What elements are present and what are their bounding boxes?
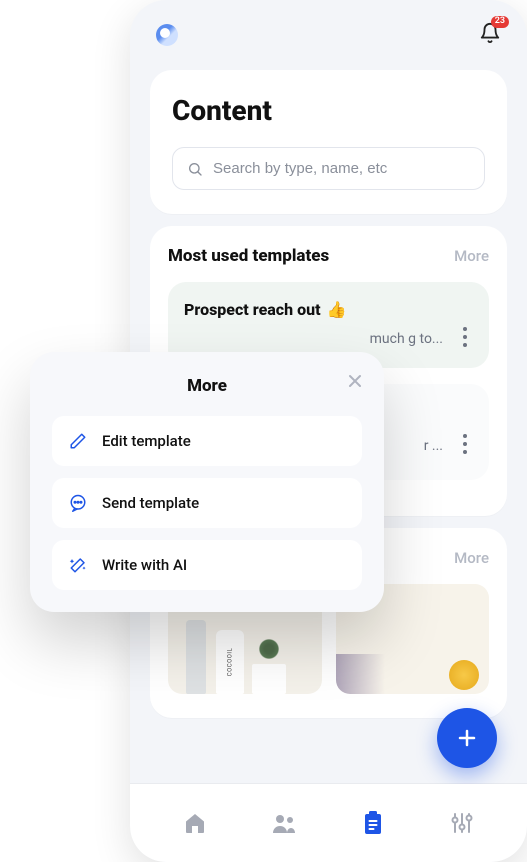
app-logo-icon[interactable]	[156, 24, 178, 46]
more-popup: More Edit template Send template Write w…	[30, 352, 384, 612]
template-menu-button[interactable]	[451, 317, 479, 357]
people-icon	[271, 811, 297, 835]
notifications-button[interactable]: 23	[479, 22, 501, 48]
add-button[interactable]	[437, 708, 497, 768]
template-preview: much g to...	[184, 329, 473, 350]
tab-home[interactable]	[175, 803, 215, 843]
bottom-tab-bar	[130, 784, 527, 862]
tab-people[interactable]	[264, 803, 304, 843]
template-title-text: Prospect reach out	[184, 300, 321, 319]
tab-content[interactable]	[353, 803, 393, 843]
menu-write-with-ai[interactable]: Write with AI	[52, 540, 362, 590]
more-link[interactable]: More	[454, 247, 489, 265]
page-title: Content	[172, 94, 485, 127]
plus-icon	[455, 726, 479, 750]
menu-edit-template[interactable]: Edit template	[52, 416, 362, 466]
menu-label: Edit template	[102, 432, 191, 450]
menu-label: Write with AI	[102, 556, 187, 574]
close-button[interactable]	[344, 370, 366, 392]
section-header: Most used templates More	[168, 246, 489, 266]
search-field[interactable]	[172, 147, 485, 190]
thumbs-up-icon: 👍	[327, 300, 347, 319]
menu-label: Send template	[102, 494, 199, 512]
template-menu-button[interactable]	[451, 424, 479, 464]
magic-wand-icon	[68, 555, 88, 575]
popup-title: More	[52, 376, 362, 396]
top-bar: 23	[130, 0, 527, 58]
home-icon	[183, 811, 207, 835]
header-card: Content	[150, 70, 507, 214]
menu-send-template[interactable]: Send template	[52, 478, 362, 528]
clipboard-icon	[362, 811, 384, 835]
tab-settings[interactable]	[442, 803, 482, 843]
search-icon	[187, 161, 203, 177]
sliders-icon	[451, 811, 473, 835]
pencil-icon	[68, 431, 88, 451]
notification-badge: 23	[491, 16, 509, 28]
template-title: Prospect reach out 👍	[184, 300, 473, 319]
section-title: Most used templates	[168, 246, 329, 266]
more-link[interactable]: More	[454, 549, 489, 567]
search-input[interactable]	[213, 160, 470, 177]
close-icon	[348, 374, 362, 388]
chat-icon	[68, 493, 88, 513]
